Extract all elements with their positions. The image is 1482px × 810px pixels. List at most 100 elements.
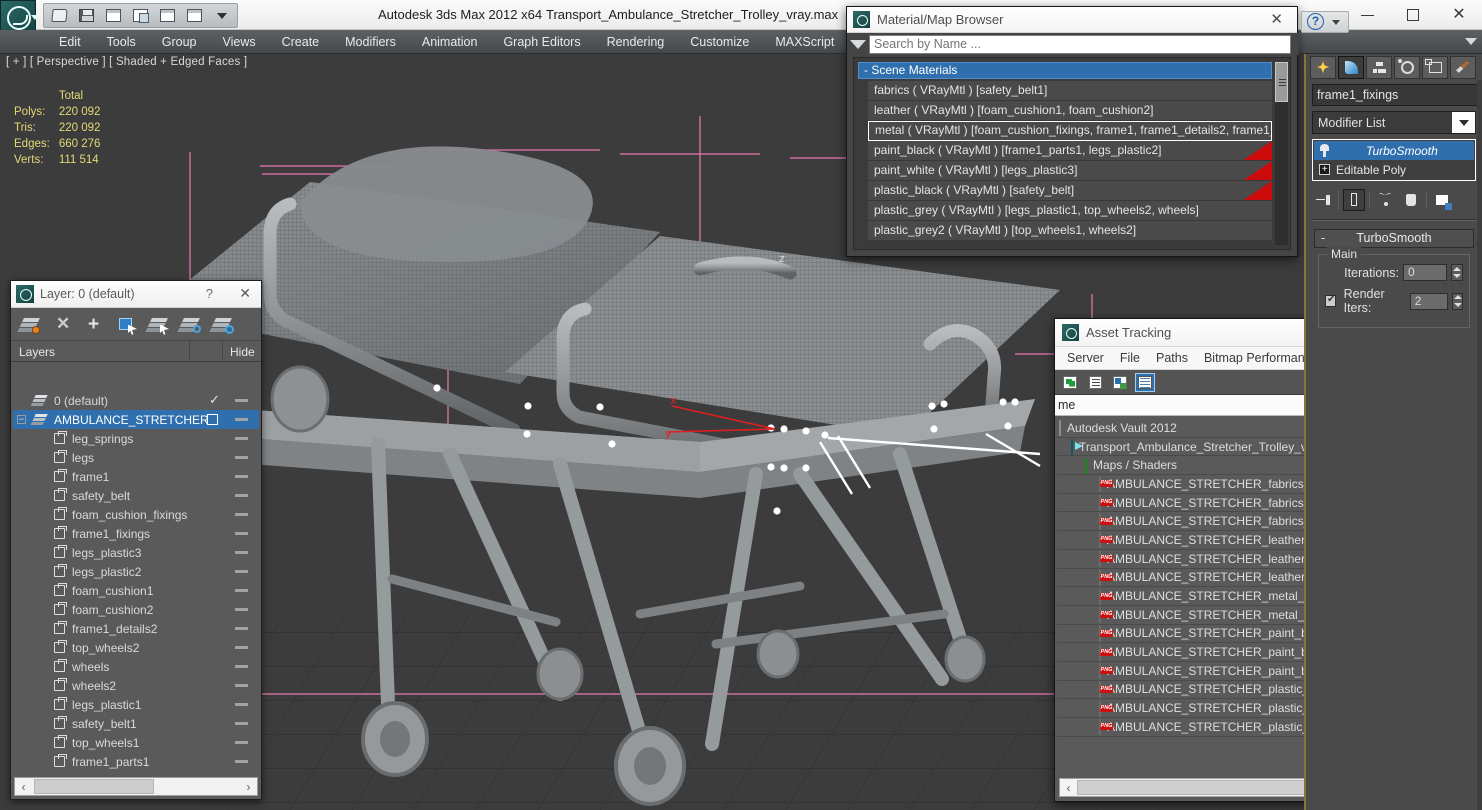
material-row[interactable]: plastic_grey ( VRayMtl ) [legs_plastic1,… [868,201,1272,221]
hide-toggle[interactable] [235,589,248,592]
layer-horizontal-scrollbar[interactable]: ‹ › [14,777,258,796]
material-vertical-scrollbar[interactable] [1275,62,1288,245]
render-iters-field[interactable]: 2 [1409,292,1449,310]
command-panel[interactable]: Modifier List TurboSmooth + Editable Pol… [1304,54,1482,810]
reference-button[interactable] [128,5,153,26]
material-search-row[interactable] [847,33,1299,55]
close-icon[interactable]: ✕ [1270,10,1283,28]
modifier-list-dropdown[interactable]: Modifier List [1312,111,1476,134]
rollout-header[interactable]: - TurboSmooth [1314,229,1474,248]
layer-row[interactable]: legs [13,448,259,467]
display-tab-icon[interactable] [1422,55,1448,79]
modifier-stack-item-editable-poly[interactable]: + Editable Poly [1314,160,1474,179]
layer-row[interactable]: 0 (default) ✓ [13,391,259,410]
menu-item-modifiers[interactable]: Modifiers [332,30,409,54]
menu-item-create[interactable]: Create [269,30,333,54]
material-row[interactable]: leather ( VRayMtl ) [foam_cushion1, foam… [868,101,1272,121]
pin-stack-icon[interactable] [1312,189,1334,211]
window-maximize-button[interactable] [1390,0,1436,30]
rollout-collapse-icon[interactable]: - [1321,230,1325,247]
hide-toggle[interactable] [235,703,248,706]
scroll-right-icon[interactable]: › [240,780,257,794]
viewport-label[interactable]: [ + ] [ Perspective ] [ Shaded + Edged F… [6,56,247,68]
menu-item-customize[interactable]: Customize [677,30,762,54]
object-name-row[interactable] [1312,84,1482,106]
help-icon[interactable]: ? [1307,13,1324,30]
hide-toggle[interactable] [235,418,248,421]
material-row[interactable]: plastic_grey2 ( VRayMtl ) [top_wheels1, … [868,221,1272,241]
material-row[interactable]: paint_black ( VRayMtl ) [frame1_parts1, … [868,141,1272,161]
scroll-left-icon[interactable]: ‹ [15,780,32,794]
menu-item-edit[interactable]: Edit [46,30,94,54]
hide-toggle[interactable] [235,684,248,687]
redo-button[interactable] [182,5,207,26]
modify-tab-icon[interactable] [1338,55,1364,79]
make-unique-icon[interactable] [1374,189,1396,211]
layer-active-box-icon[interactable] [207,414,218,425]
layer-dialog[interactable]: Layer: 0 (default) ? ✕ ✕ + Layers Hide 0… [10,280,262,800]
hide-toggle[interactable] [235,760,248,763]
layer-row[interactable]: safety_belt1 [13,714,259,733]
undo-button[interactable] [155,5,180,26]
iterations-field[interactable]: 0 [1403,264,1447,281]
chevron-down-icon[interactable] [1452,112,1475,133]
hide-toggle[interactable] [235,475,248,478]
hide-toggle[interactable] [235,627,248,630]
window-close-button[interactable]: ✕ [1436,0,1482,30]
hide-toggle[interactable] [235,646,248,649]
menu-item-group[interactable]: Group [149,30,210,54]
material-row[interactable]: paint_white ( VRayMtl ) [legs_plastic3] [868,161,1272,181]
hide-toggle[interactable] [235,494,248,497]
material-list-body[interactable]: - Scene Materials fabrics ( VRayMtl ) [s… [853,57,1291,250]
command-panel-scrollbar[interactable] [1477,80,1482,810]
highlight-selected-icon[interactable] [182,316,202,333]
scroll-thumb[interactable] [34,779,154,794]
layer-row[interactable]: safety_belt [13,486,259,505]
scroll-thumb[interactable] [1077,780,1339,795]
layer-row[interactable]: top_wheels1 [13,733,259,752]
delete-layer-icon[interactable]: ✕ [55,315,74,333]
modifier-stack-item-turbosmooth[interactable]: TurboSmooth [1314,141,1474,160]
hide-toggle[interactable] [235,437,248,440]
window-minimize-button[interactable] [1344,0,1390,30]
layer-row[interactable]: legs_plastic2 [13,562,259,581]
layer-row[interactable]: leg_springs [13,429,259,448]
hide-toggle[interactable] [235,456,248,459]
new-file-button[interactable] [101,5,126,26]
iterations-row[interactable]: Iterations: 0 [1325,264,1463,281]
utilities-tab-icon[interactable] [1450,55,1476,79]
layer-row[interactable]: AMBULANCE_STRETCHER [13,771,259,773]
remove-modifier-icon[interactable] [1400,189,1422,211]
save-file-button[interactable] [74,5,99,26]
material-map-browser[interactable]: Material/Map Browser ✕ ? - Scene Materia… [846,6,1349,257]
menu-item-rendering[interactable]: Rendering [594,30,678,54]
layer-row[interactable]: − AMBULANCE_STRETCHER [13,410,259,429]
layer-row[interactable]: legs_plastic3 [13,543,259,562]
layer-row[interactable]: frame1_parts1 [13,752,259,771]
hide-toggle[interactable] [235,665,248,668]
hide-toggle[interactable] [235,513,248,516]
layer-row[interactable]: frame1 [13,467,259,486]
hierarchy-tab-icon[interactable] [1366,55,1392,79]
layer-row[interactable]: frame1_fixings [13,524,259,543]
scene-materials-group-header[interactable]: - Scene Materials [858,62,1272,79]
open-file-button[interactable] [47,5,72,26]
select-highlighted-icon[interactable] [150,316,170,335]
qat-dropdown-button[interactable] [209,5,234,26]
scroll-left-icon[interactable]: ‹ [1060,781,1077,795]
refresh-icon[interactable] [1060,373,1080,392]
render-iters-spinner[interactable] [1452,292,1463,310]
help-icon[interactable]: ? [206,286,213,301]
material-row[interactable]: metal ( VRayMtl ) [foam_cushion_fixings,… [868,121,1272,141]
paths-icon[interactable] [1110,373,1130,392]
hide-toggle[interactable] [235,532,248,535]
show-end-result-icon[interactable] [1343,188,1365,211]
expand-collapse-icon[interactable]: − [17,415,26,424]
configure-sets-icon[interactable] [1431,189,1453,211]
quick-access-toolbar[interactable] [43,3,238,28]
layer-properties-icon[interactable] [214,316,234,334]
chevron-down-icon[interactable] [31,15,39,20]
command-panel-tabs[interactable] [1306,54,1482,80]
menu-item-maxscript[interactable]: MAXScript [762,30,847,54]
hide-toggle[interactable] [235,722,248,725]
